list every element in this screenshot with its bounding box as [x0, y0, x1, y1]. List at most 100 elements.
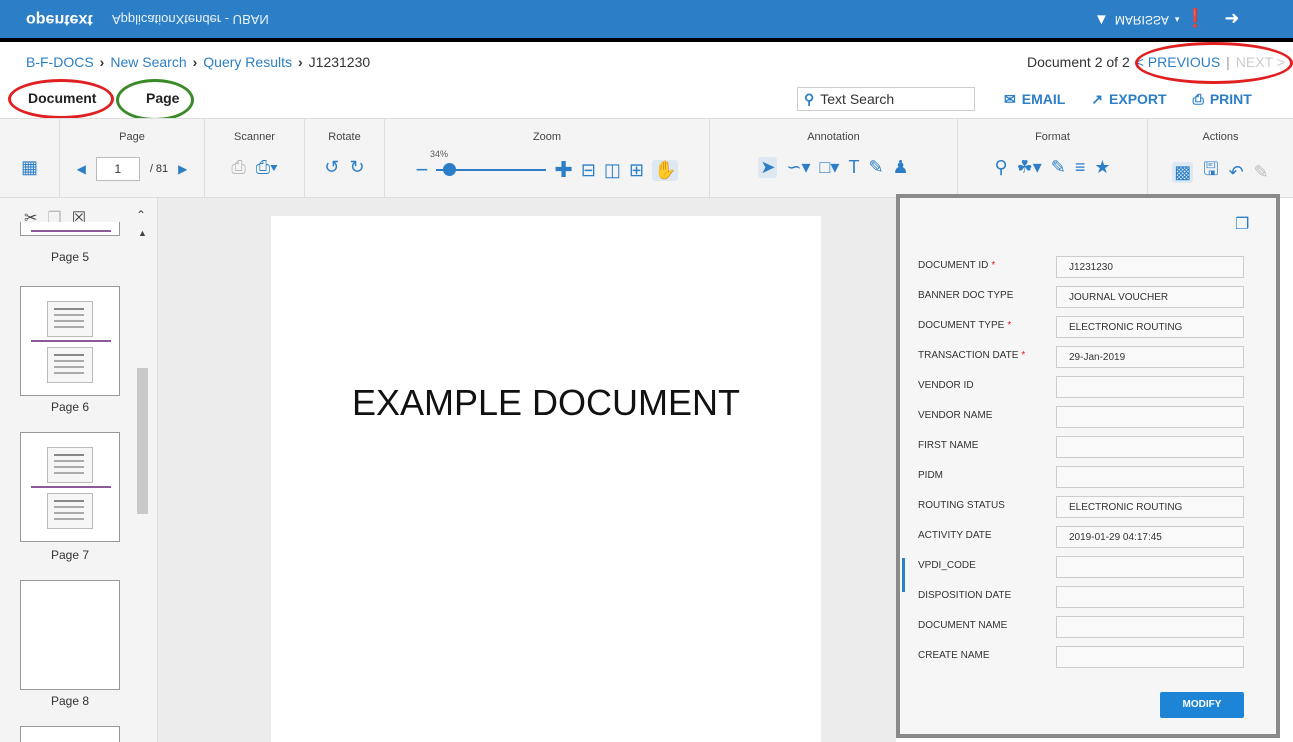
edit-box-icon[interactable]: ✎	[1051, 157, 1066, 178]
rotate-left-icon[interactable]: ↺	[324, 157, 339, 178]
breadcrumb-item-b-f-docs[interactable]: B-F-DOCS	[26, 54, 94, 70]
save-icon[interactable]: 🖫	[1203, 157, 1218, 187]
print-button[interactable]: ⎙ PRINT	[1193, 91, 1252, 108]
collapse-up-icon[interactable]: ⌃	[136, 208, 146, 222]
star-icon[interactable]: ★	[1094, 157, 1110, 178]
select-pointer-icon[interactable]: ➤	[758, 157, 778, 178]
index-field-input[interactable]: ELECTRONIC ROUTING	[1056, 496, 1244, 518]
zoom-slider[interactable]	[436, 163, 547, 176]
index-field-label-text: ACTIVITY DATE	[918, 530, 992, 541]
index-field-input[interactable]: 2019-01-29 04:17:45	[1056, 526, 1244, 548]
pan-hand-icon[interactable]: ✋	[652, 159, 679, 181]
red-annotation-oval	[1135, 42, 1293, 84]
page-number-input[interactable]: 1	[95, 157, 140, 181]
index-field-input[interactable]	[1056, 436, 1244, 458]
format-group: Format ⚲ ☘▾ ✎ ≡ ★	[958, 119, 1148, 197]
page-group-label: Page	[119, 131, 145, 143]
index-field-row: VENDOR ID	[918, 376, 1258, 398]
fit-page-icon[interactable]: ⊞	[629, 160, 644, 181]
index-field-label-text: DISPOSITION DATE	[918, 590, 1012, 601]
export-label: EXPORT	[1109, 91, 1167, 107]
index-field-label: VENDOR ID	[918, 380, 977, 391]
breadcrumb-item-new-search[interactable]: New Search	[110, 54, 186, 70]
actions-group: Actions ▩ 🖫 ↶ ✎	[1148, 119, 1293, 197]
annotation-layer-icon[interactable]: ▩	[1172, 161, 1194, 183]
scrollbar[interactable]	[137, 368, 148, 514]
index-field-label-text: TRANSACTION DATE	[918, 350, 1019, 361]
zoom-out-icon[interactable]: −	[416, 157, 429, 183]
index-field-input[interactable]	[1056, 646, 1244, 668]
thumbnail-label: Page 5	[50, 250, 90, 264]
text-search-placeholder: Text Search	[820, 91, 895, 107]
thumbnail-page-6[interactable]	[20, 286, 120, 396]
printer-icon[interactable]: ⎙▾	[256, 157, 278, 178]
index-field-label: DOCUMENT NAME	[918, 620, 1010, 631]
index-field-row: ACTIVITY DATE 2019-01-29 04:17:45	[918, 526, 1258, 548]
required-marker: *	[1021, 350, 1026, 361]
index-field-label: FIRST NAME	[918, 440, 981, 451]
thumbnail-label: Page 6	[50, 400, 90, 414]
printer-icon: ⎙	[1192, 91, 1204, 107]
app-subtitle: ApplicationXtender - UBAN	[112, 12, 269, 27]
previous-page-icon[interactable]: ◀	[77, 162, 86, 176]
rotate-right-icon[interactable]: ↻	[350, 157, 365, 178]
index-field-input[interactable]	[1056, 556, 1244, 578]
thumbnail-page-7[interactable]	[20, 432, 120, 542]
zoom-in-icon[interactable]: ✚	[554, 157, 572, 183]
undo-icon[interactable]: ↶	[1229, 162, 1244, 183]
index-field-input[interactable]	[1056, 586, 1244, 608]
text-search-input[interactable]: ⚲ Text Search	[797, 87, 975, 111]
chevron-down-icon: ▾	[1174, 14, 1180, 24]
index-field-input[interactable]: 29-Jan-2019	[1056, 346, 1244, 368]
fit-width-icon[interactable]: ⊟	[581, 160, 596, 181]
export-button[interactable]: ↗ EXPORT	[1091, 91, 1166, 108]
index-field-label: PIDM	[918, 470, 946, 481]
modify-button[interactable]: MODIFY	[1160, 692, 1244, 718]
thumbnail-label: Page 8	[50, 694, 90, 708]
scanner-group-label: Scanner	[234, 131, 275, 143]
format-group-label: Format	[1035, 131, 1070, 143]
index-field-input[interactable]	[1056, 406, 1244, 428]
index-field-input[interactable]: J1231230	[1056, 256, 1244, 278]
rectangle-icon[interactable]: □▾	[820, 157, 840, 178]
document-viewer[interactable]: EXAMPLE DOCUMENT	[158, 198, 896, 742]
help-icon[interactable]: ❗	[1184, 8, 1206, 29]
thumbnail-layout-icon[interactable]: ▦	[21, 157, 38, 178]
fit-height-icon[interactable]: ◫	[604, 160, 621, 181]
index-field-input[interactable]: JOURNAL VOUCHER	[1056, 286, 1244, 308]
thumbnail-page-5[interactable]	[20, 222, 120, 236]
tab-page[interactable]: Page	[146, 90, 179, 106]
freehand-icon[interactable]: ∽▾	[786, 157, 810, 178]
email-button[interactable]: ✉ EMAIL	[1004, 91, 1065, 108]
user-menu[interactable]: ▼ MARISSA ▾	[1094, 11, 1179, 28]
index-field-input[interactable]	[1056, 466, 1244, 488]
next-page-icon[interactable]: ▶	[178, 162, 187, 176]
thumbnail-page-8[interactable]	[20, 580, 120, 690]
brand-logo: opentext	[26, 11, 93, 28]
fill-color-icon[interactable]: ☘▾	[1017, 157, 1042, 178]
index-field-input[interactable]	[1056, 616, 1244, 638]
page-total: / 81	[149, 163, 169, 175]
index-field-input[interactable]: ELECTRONIC ROUTING	[1056, 316, 1244, 338]
index-field-input[interactable]	[1056, 376, 1244, 398]
tab-document[interactable]: Document	[28, 90, 96, 106]
zoom-slider-knob[interactable]	[443, 163, 457, 176]
highlighter-icon[interactable]: ✎	[868, 157, 883, 178]
zoom-percent: 34%	[430, 149, 449, 159]
scan-icon[interactable]: ⎙	[231, 157, 245, 178]
logout-icon[interactable]: ➜	[1224, 8, 1239, 29]
breadcrumb-item-query-results[interactable]: Query Results	[203, 54, 292, 70]
text-annotation-icon[interactable]: T	[848, 157, 859, 178]
stamp-icon[interactable]: ♟	[893, 157, 909, 178]
thumbnail-page-9[interactable]	[20, 726, 120, 742]
thumbnail-content	[47, 447, 93, 483]
scroll-up-icon[interactable]: ▲	[138, 228, 147, 238]
app-header: opentext ApplicationXtender - UBAN ▼ MAR…	[0, 0, 1293, 38]
redo-icon[interactable]: ✎	[1254, 162, 1269, 183]
page-group: Page ◀ 1 / 81 ▶	[60, 119, 205, 197]
find-icon[interactable]: ⚲	[994, 157, 1007, 178]
email-label: EMAIL	[1021, 91, 1066, 107]
line-weight-icon[interactable]: ≡	[1075, 157, 1086, 178]
index-field-label-text: DOCUMENT TYPE	[918, 320, 1005, 331]
copy-index-icon[interactable]: ❐	[1235, 214, 1249, 234]
